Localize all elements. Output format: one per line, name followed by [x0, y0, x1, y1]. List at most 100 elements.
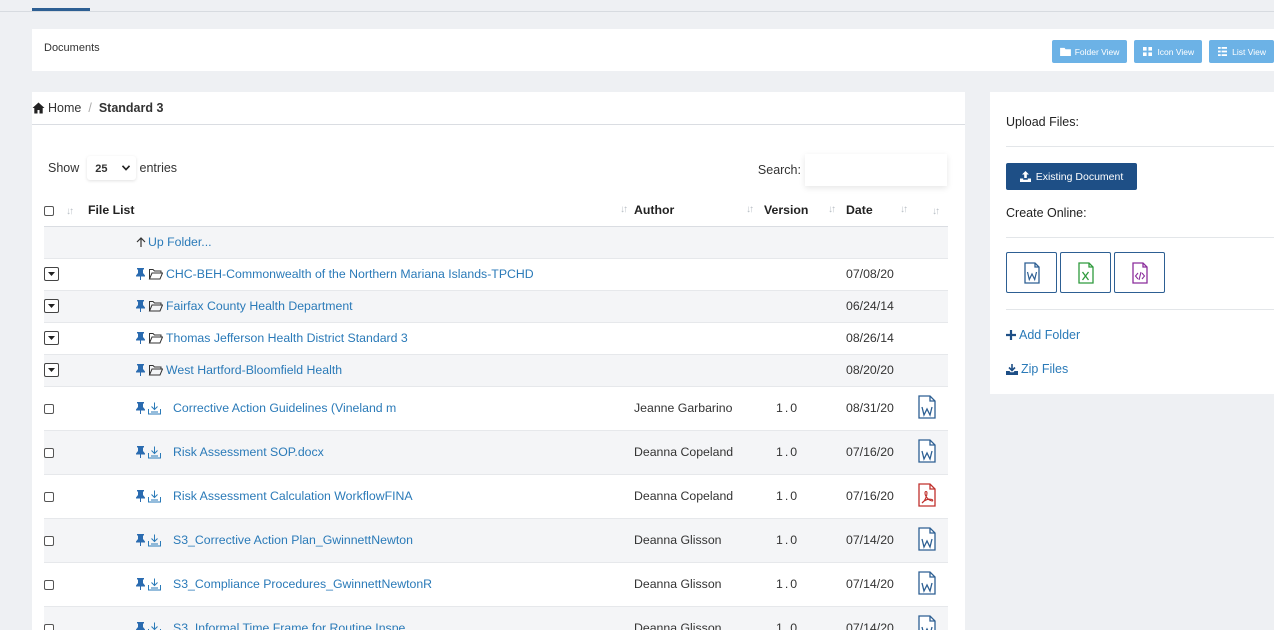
pin-icon[interactable]: [136, 534, 145, 546]
row-checkbox[interactable]: [44, 403, 54, 414]
version-cell: 1.0: [764, 518, 846, 563]
file-table: ↓↑ File List ↓↑ Author ↓↑ Version ↓↑ Dat…: [44, 194, 948, 630]
word-doc-icon[interactable]: [918, 526, 936, 551]
excel-doc-icon: [1077, 261, 1094, 284]
file-link[interactable]: S3_Corrective Action Plan_GwinnettNewton: [173, 533, 413, 547]
file-link[interactable]: Risk Assessment SOP.docx: [173, 445, 324, 459]
author-cell: Deanna Glisson: [634, 562, 764, 607]
list-icon: [1218, 47, 1228, 56]
table-header-row: ↓↑ File List ↓↑ Author ↓↑ Version ↓↑ Dat…: [44, 194, 948, 227]
list-view-button[interactable]: List View: [1209, 40, 1274, 63]
column-version[interactable]: Version ↓↑: [764, 194, 846, 227]
pin-icon[interactable]: [136, 300, 145, 312]
entries-label: entries: [139, 161, 178, 175]
folder-view-button[interactable]: Folder View: [1051, 40, 1128, 63]
breadcrumb-current: Standard 3: [98, 101, 164, 115]
entries-select[interactable]: 25: [87, 156, 136, 180]
file-row[interactable]: S3_Compliance Procedures_GwinnettNewtonR…: [44, 562, 948, 607]
sort-arrows-icon: ↓↑: [620, 204, 628, 215]
documents-header: Documents Folder View Icon View List Vie…: [32, 29, 1274, 71]
select-all-cell: [44, 194, 66, 227]
row-menu-dropdown[interactable]: [44, 267, 59, 282]
folder-link[interactable]: West Hartford-Bloomfield Health: [166, 363, 342, 377]
file-link[interactable]: S3_Informal Time Frame for Routine Inspe: [173, 621, 405, 630]
folder-link[interactable]: CHC-BEH-Commonwealth of the Northern Mar…: [166, 267, 534, 281]
folder-row[interactable]: Thomas Jefferson Health District Standar…: [44, 322, 948, 355]
folder-row[interactable]: West Hartford-Bloomfield Health 08/20/20: [44, 354, 948, 387]
file-row[interactable]: Corrective Action Guidelines (Vineland m…: [44, 386, 948, 431]
word-doc-icon[interactable]: [918, 570, 936, 595]
file-row[interactable]: S3_Corrective Action Plan_GwinnettNewton…: [44, 518, 948, 563]
folder-row[interactable]: Fairfax County Health Department 06/24/1…: [44, 290, 948, 323]
download-icon[interactable]: [148, 622, 161, 630]
author-cell: Deanna Copeland: [634, 474, 764, 519]
select-all-checkbox[interactable]: [44, 205, 54, 216]
pin-icon[interactable]: [136, 364, 145, 376]
word-doc-icon[interactable]: [918, 394, 936, 419]
pin-icon[interactable]: [136, 578, 145, 590]
row-menu-dropdown[interactable]: [44, 299, 59, 314]
download-icon[interactable]: [148, 578, 161, 591]
up-folder-row[interactable]: Up Folder...: [44, 226, 948, 259]
pin-icon[interactable]: [136, 446, 145, 458]
version-cell: 1.0: [764, 386, 846, 431]
chevron-down-icon: [121, 165, 130, 171]
pin-icon[interactable]: [136, 402, 145, 414]
file-link[interactable]: Corrective Action Guidelines (Vineland m: [173, 401, 396, 415]
arrow-up-icon: [136, 236, 146, 247]
pin-icon[interactable]: [136, 490, 145, 502]
row-checkbox[interactable]: [44, 623, 54, 630]
sort-arrows-icon[interactable]: ↓↑: [66, 206, 74, 217]
date-cell: 07/14/20: [846, 606, 918, 630]
download-icon[interactable]: [148, 446, 161, 459]
create-online-label: Create Online:: [1006, 206, 1087, 220]
create-word-button[interactable]: [1006, 252, 1057, 293]
row-checkbox[interactable]: [44, 535, 54, 546]
word-doc-icon[interactable]: [918, 438, 936, 463]
column-type[interactable]: ↓↑: [918, 194, 948, 227]
existing-document-button[interactable]: Existing Document: [1006, 163, 1137, 190]
download-icon[interactable]: [148, 402, 161, 415]
row-menu-dropdown[interactable]: [44, 331, 59, 346]
pin-icon[interactable]: [136, 268, 145, 280]
folder-row[interactable]: CHC-BEH-Commonwealth of the Northern Mar…: [44, 258, 948, 291]
download-icon: [1006, 363, 1018, 375]
folder-link[interactable]: Fairfax County Health Department: [166, 299, 353, 313]
create-html-button[interactable]: [1114, 252, 1165, 293]
create-excel-button[interactable]: [1060, 252, 1111, 293]
column-author[interactable]: Author ↓↑: [634, 194, 764, 227]
pin-icon[interactable]: [136, 622, 145, 630]
add-folder-link[interactable]: Add Folder: [1006, 328, 1080, 342]
file-row[interactable]: S3_Informal Time Frame for Routine Inspe…: [44, 606, 948, 630]
download-icon[interactable]: [148, 534, 161, 547]
breadcrumb-home[interactable]: Home: [32, 101, 81, 115]
zip-files-link[interactable]: Zip Files: [1006, 362, 1068, 376]
column-file-list[interactable]: File List ↓↑: [88, 194, 634, 227]
view-buttons: Folder View Icon View List View: [1051, 40, 1274, 63]
column-date[interactable]: Date ↓↑: [846, 194, 918, 227]
author-cell: Deanna Glisson: [634, 518, 764, 563]
search-control: Search:: [758, 154, 947, 186]
pdf-doc-icon[interactable]: [918, 482, 936, 507]
file-link[interactable]: S3_Compliance Procedures_GwinnettNewtonR: [173, 577, 432, 591]
download-icon[interactable]: [148, 490, 161, 503]
folder-link[interactable]: Thomas Jefferson Health District Standar…: [166, 331, 408, 345]
up-folder-link[interactable]: Up Folder...: [88, 235, 948, 249]
search-input[interactable]: [805, 154, 947, 186]
caret-down-icon: [48, 304, 55, 309]
row-checkbox[interactable]: [44, 447, 54, 458]
row-menu-dropdown[interactable]: [44, 363, 59, 378]
word-doc-icon[interactable]: [918, 614, 936, 630]
file-link[interactable]: Risk Assessment Calculation WorkflowFINA: [173, 489, 413, 503]
icon-view-button[interactable]: Icon View: [1134, 40, 1203, 63]
file-row[interactable]: Risk Assessment Calculation WorkflowFINA…: [44, 474, 948, 519]
sort-arrows-icon: ↓↑: [900, 204, 908, 215]
caret-down-icon: [48, 272, 55, 277]
date-cell: 07/16/20: [846, 474, 918, 519]
grid-icon: [1143, 47, 1153, 56]
row-checkbox[interactable]: [44, 579, 54, 590]
folder-open-icon: [148, 364, 163, 376]
row-checkbox[interactable]: [44, 491, 54, 502]
pin-icon[interactable]: [136, 332, 145, 344]
file-row[interactable]: Risk Assessment SOP.docx Deanna Copeland…: [44, 430, 948, 475]
